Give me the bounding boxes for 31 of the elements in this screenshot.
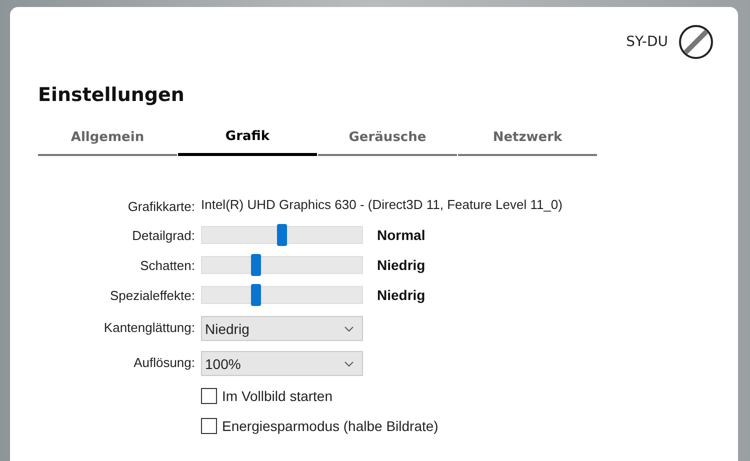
chevron-down-icon	[344, 360, 354, 366]
slashed-circle-icon[interactable]	[678, 24, 714, 60]
slider-value: Normal	[377, 227, 426, 243]
slider-thumb[interactable]	[277, 224, 287, 246]
slider[interactable]	[201, 226, 363, 244]
chevron-down-icon	[344, 326, 354, 332]
slider-thumb[interactable]	[251, 254, 262, 276]
field-label: Schatten:	[139, 258, 195, 272]
slider-thumb[interactable]	[251, 284, 262, 306]
dropdown[interactable]: 100%	[201, 351, 363, 376]
user-name: SY-DU	[626, 34, 668, 50]
slider-value: Niedrig	[377, 287, 426, 303]
slider[interactable]	[201, 286, 363, 304]
graphics-card-value: Intel(R) UHD Graphics 630 - (Direct3D 11, Feature Level 11_0)	[201, 197, 564, 212]
checkbox[interactable]	[201, 388, 217, 404]
field-label: Grafikkarte:	[126, 199, 195, 214]
checkbox[interactable]	[201, 418, 217, 434]
checkbox-label[interactable]: Im Vollbild starten	[222, 388, 332, 404]
tab[interactable]: Allgemein	[38, 124, 177, 156]
field-label: Auflösung:	[132, 355, 195, 370]
slider-value: Niedrig	[377, 257, 426, 273]
field-label: Spezialeffekte:	[108, 288, 195, 302]
dropdown[interactable]: Niedrig	[201, 316, 363, 341]
tab[interactable]: Netzwerk	[458, 124, 597, 156]
field-label: Kantenglättung:	[102, 320, 195, 335]
tab[interactable]: Grafik	[178, 124, 317, 156]
tab[interactable]: Geräusche	[318, 124, 457, 156]
field-label: Detailgrad:	[131, 228, 195, 242]
page-title: Einstellungen	[38, 84, 186, 106]
slider[interactable]	[201, 256, 363, 274]
checkbox-label[interactable]: Energiesparmodus (halbe Bildrate)	[222, 418, 438, 434]
